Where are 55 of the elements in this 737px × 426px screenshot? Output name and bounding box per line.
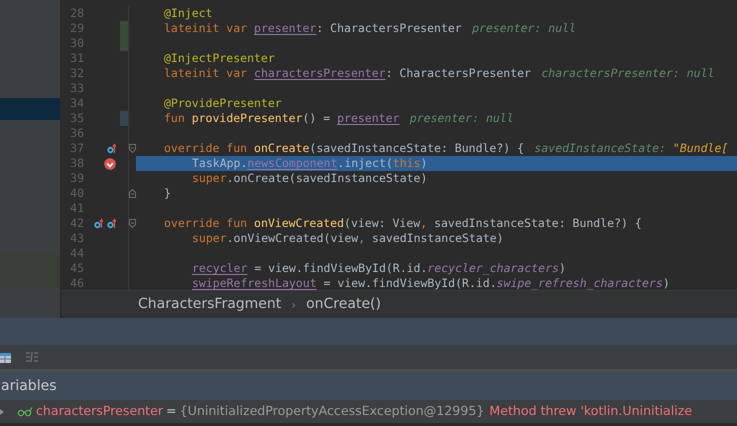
error-message: Method threw 'kotlin.Uninitialize — [489, 402, 692, 420]
breakpoint-icon — [104, 158, 116, 170]
variable-name: charactersPresenter — [36, 402, 164, 420]
expand-arrow-icon — [0, 408, 5, 416]
code-line: lateinit var presenter: CharactersPresenter presenter: null — [163, 21, 577, 36]
change-marker[interactable] — [120, 36, 128, 51]
variable-value: {UninitializedPropertyAccessException@12995} — [180, 402, 484, 420]
table-icon — [0, 352, 11, 362]
code-line: fun providePresenter() = presenter presenter: null — [163, 111, 515, 126]
line-number: 28 — [69, 6, 84, 21]
line-number: 45 — [69, 261, 84, 276]
override-icon — [94, 218, 103, 229]
code-line: super.onViewCreated(view, savedInstanceState) — [191, 231, 505, 246]
code-line: override fun onViewCreated(view: View, savedInstanceState: Bundle?) { — [163, 216, 643, 231]
code-line: recycler = view.findViewById(R.id.recycler_characters) — [191, 261, 567, 276]
code-line: swipeRefreshLayout = view.findViewById(R.id.swipe_refresh_characters) — [191, 276, 671, 290]
line-number: 38 — [69, 156, 84, 171]
tree-row[interactable] — [0, 98, 60, 120]
line-number: 43 — [69, 231, 84, 246]
code-line: @InjectPresenter — [163, 51, 276, 66]
change-marker[interactable] — [120, 21, 128, 36]
override-icon — [107, 143, 116, 154]
breadcrumb-separator: › — [291, 296, 296, 314]
line-number: 32 — [69, 66, 84, 81]
watch-icon — [17, 406, 33, 416]
line-number: 30 — [69, 36, 84, 51]
line-number: 41 — [69, 201, 84, 216]
line-number: 44 — [69, 246, 84, 261]
fold-icon — [129, 144, 136, 153]
change-marker[interactable] — [120, 111, 128, 126]
line-number: 31 — [69, 51, 84, 66]
layout-icon — [25, 351, 39, 363]
fold-icon — [129, 189, 136, 198]
breadcrumb-item[interactable]: CharactersFragment — [138, 294, 282, 315]
code-line: @Inject — [163, 6, 214, 21]
line-number: 46 — [69, 276, 84, 290]
code-line: } — [163, 186, 172, 201]
line-number: 42 — [69, 216, 84, 231]
panel-title: ariables — [1, 376, 56, 396]
line-number: 40 — [69, 186, 84, 201]
breadcrumb-item[interactable]: onCreate() — [306, 294, 381, 315]
line-number: 36 — [69, 126, 84, 141]
line-number: 35 — [69, 111, 84, 126]
line-number: 39 — [69, 171, 84, 186]
override-icon — [107, 218, 116, 229]
equals-sign: = — [166, 402, 177, 420]
fold-icon — [129, 219, 136, 228]
code-line: override fun onCreate(savedInstanceState: Bundle?) { savedInstanceState: "Bundle[ — [163, 141, 730, 156]
line-number: 33 — [69, 81, 84, 96]
code-line: lateinit var charactersPresenter: CharactersPresenter charactersPresenter: null — [163, 66, 716, 81]
line-number: 34 — [69, 96, 84, 111]
line-number: 37 — [69, 141, 84, 156]
line-number: 29 — [69, 21, 84, 36]
code-line: @ProvidePresenter — [163, 96, 283, 111]
code-line: super.onCreate(savedInstanceState) — [191, 171, 428, 186]
